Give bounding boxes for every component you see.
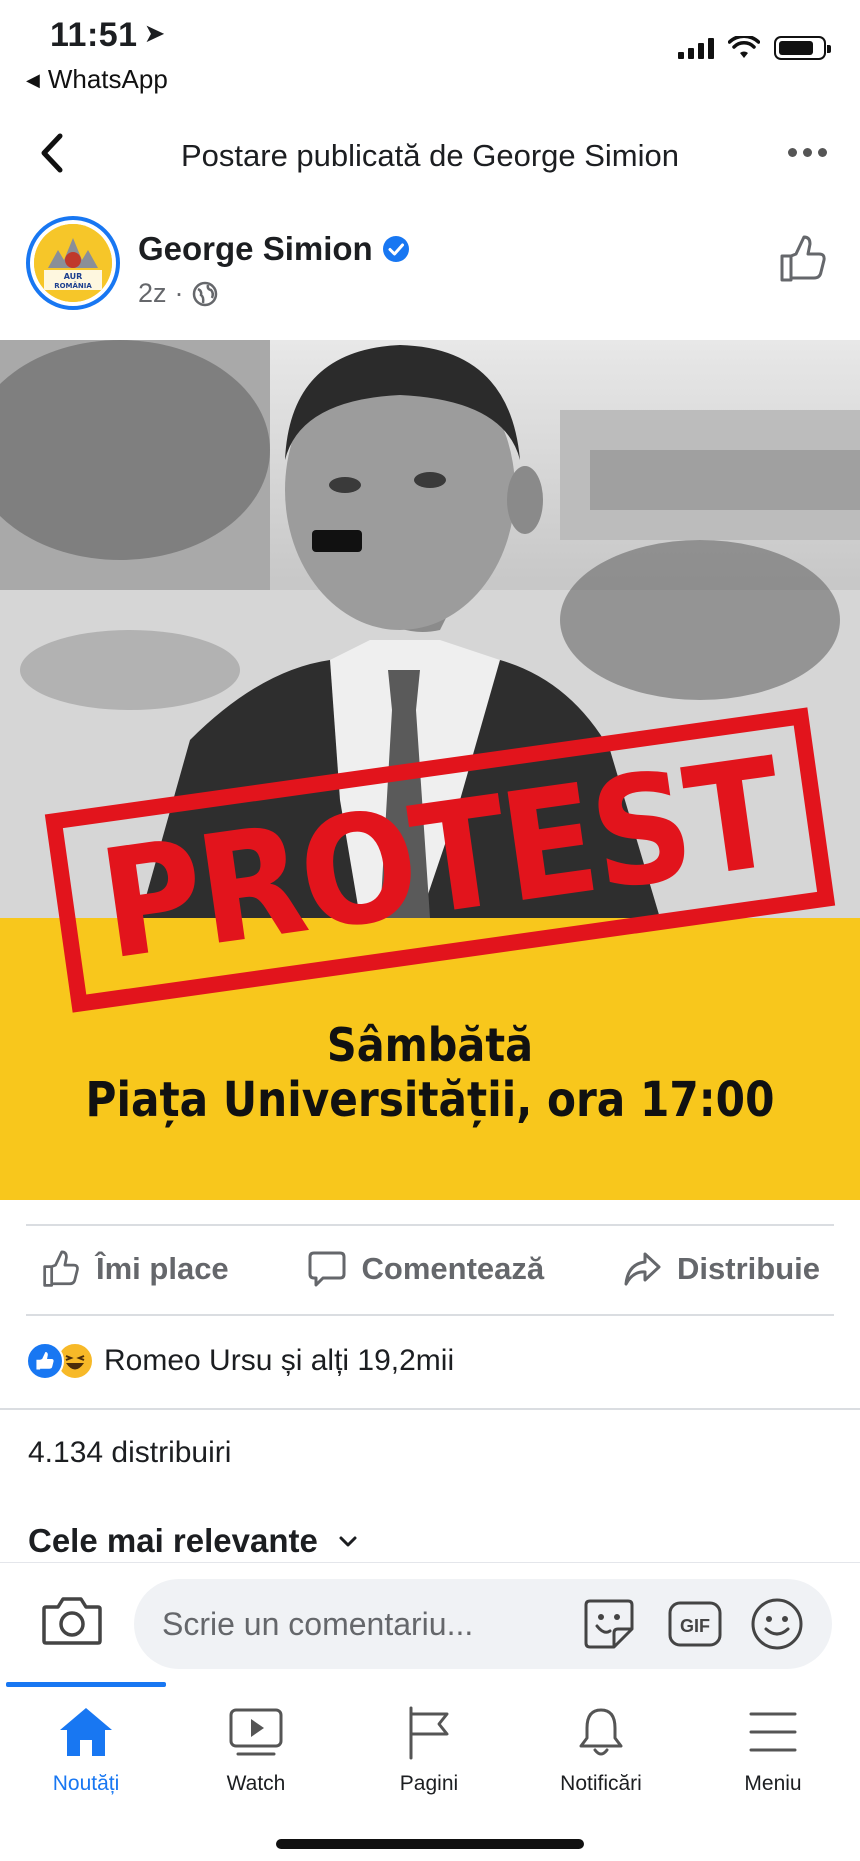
svg-text:AUR: AUR xyxy=(64,272,83,281)
chevron-down-icon xyxy=(339,1536,357,1547)
tab-notifications[interactable]: Notificări xyxy=(521,1704,681,1796)
tab-pages[interactable]: Pagini xyxy=(349,1704,509,1796)
status-time: 11:51 ➤ xyxy=(50,16,166,55)
back-triangle-icon: ◀ xyxy=(26,70,40,90)
bell-icon xyxy=(579,1708,623,1756)
post-time[interactable]: 2z xyxy=(138,278,167,309)
avatar-logo: AUR ROMÂNIA xyxy=(34,224,112,302)
camera-icon xyxy=(42,1597,102,1645)
tab-news-feed[interactable]: Noutăți xyxy=(6,1704,166,1796)
comment-input[interactable] xyxy=(134,1579,832,1669)
post-image[interactable]: PROTEST Sâmbătă Piața Universității, ora… xyxy=(0,340,860,1200)
location-arrow-icon: ➤ xyxy=(143,18,166,48)
tab-label: Noutăți xyxy=(52,1772,120,1795)
author-name[interactable]: George Simion xyxy=(138,230,411,272)
status-icons xyxy=(678,36,831,60)
event-day-text: Sâmbătă xyxy=(326,1018,534,1072)
share-arrow-icon xyxy=(624,1252,661,1286)
like-reaction-icon xyxy=(26,1342,64,1380)
cellular-signal-icon xyxy=(678,37,714,59)
sticker-icon xyxy=(584,1599,634,1649)
shares-count[interactable]: 4.134 distribuiri xyxy=(28,1436,231,1470)
tab-menu[interactable]: Meniu xyxy=(693,1704,853,1796)
comment-bubble-icon xyxy=(308,1251,346,1287)
comment-sort-dropdown[interactable]: Cele mai relevante xyxy=(28,1522,360,1560)
battery-icon xyxy=(774,36,831,60)
home-icon xyxy=(60,1708,112,1756)
tab-watch[interactable]: Watch xyxy=(176,1704,336,1796)
flag-icon xyxy=(409,1706,449,1760)
gif-icon: GIF xyxy=(668,1601,722,1647)
status-time-text: 11:51 xyxy=(50,16,138,54)
divider xyxy=(26,1314,834,1316)
more-dot-icon xyxy=(817,147,827,157)
author-name-text: George Simion xyxy=(138,230,373,267)
reactions-summary[interactable]: Romeo Ursu și alți 19,2mii xyxy=(26,1336,454,1386)
comment-button[interactable]: Comentează xyxy=(306,1248,545,1290)
like-button-label: Îmi place xyxy=(96,1251,229,1286)
comment-sort-label: Cele mai relevante xyxy=(28,1522,318,1559)
sticker-button[interactable] xyxy=(580,1595,638,1653)
thumbs-up-icon xyxy=(780,235,826,282)
wifi-icon xyxy=(728,36,760,58)
nav-header: Postare publicată de George Simion xyxy=(0,110,860,200)
share-button[interactable]: Distribuie xyxy=(621,1248,820,1290)
globe-icon xyxy=(192,281,217,306)
back-to-app-label: WhatsApp xyxy=(47,64,168,94)
watch-icon xyxy=(229,1708,283,1756)
tab-label: Meniu xyxy=(744,1772,802,1795)
more-dot-icon xyxy=(787,147,797,157)
home-indicator[interactable] xyxy=(276,1839,584,1849)
gif-button[interactable]: GIF xyxy=(666,1595,724,1653)
meta-separator: · xyxy=(174,278,184,308)
status-bar: 11:51 ➤ ◀ WhatsApp xyxy=(0,0,860,100)
post-actions: Îmi place Comentează Distribuie xyxy=(0,1226,860,1312)
event-place-text: Piața Universității, ora 17:00 xyxy=(85,1072,775,1128)
like-page-button[interactable] xyxy=(776,232,830,286)
comment-button-label: Comentează xyxy=(361,1251,545,1286)
post-header: AUR ROMÂNIA George Simion 2z · xyxy=(0,210,860,320)
tab-label: Notificări xyxy=(560,1772,642,1795)
tab-label: Pagini xyxy=(399,1772,459,1795)
more-dot-icon xyxy=(802,147,812,157)
reactions-text: Romeo Ursu și alți 19,2mii xyxy=(104,1344,455,1377)
more-options-button[interactable] xyxy=(782,132,832,172)
author-avatar[interactable]: AUR ROMÂNIA xyxy=(26,216,120,310)
share-button-label: Distribuie xyxy=(677,1251,820,1286)
thumbs-up-icon xyxy=(43,1250,79,1287)
bottom-tab-bar: Noutăți Watch Pagini Notificări Meniu xyxy=(0,1682,860,1861)
like-button[interactable]: Îmi place xyxy=(40,1248,229,1290)
divider xyxy=(0,1408,860,1410)
smiley-icon xyxy=(751,1598,803,1650)
menu-icon xyxy=(749,1712,797,1752)
svg-text:ROMÂNIA: ROMÂNIA xyxy=(54,281,92,290)
page-title: Postare publicată de George Simion xyxy=(180,138,679,173)
back-to-app-link[interactable]: ◀ WhatsApp xyxy=(26,64,168,95)
post-meta: 2z · xyxy=(138,278,218,309)
camera-button[interactable] xyxy=(40,1593,104,1649)
gif-label: GIF xyxy=(680,1616,710,1636)
emoji-button[interactable] xyxy=(748,1595,806,1653)
comment-composer: GIF xyxy=(0,1562,860,1682)
verified-badge-icon xyxy=(381,234,411,272)
active-tab-indicator xyxy=(6,1682,166,1687)
tab-label: Watch xyxy=(226,1772,286,1795)
